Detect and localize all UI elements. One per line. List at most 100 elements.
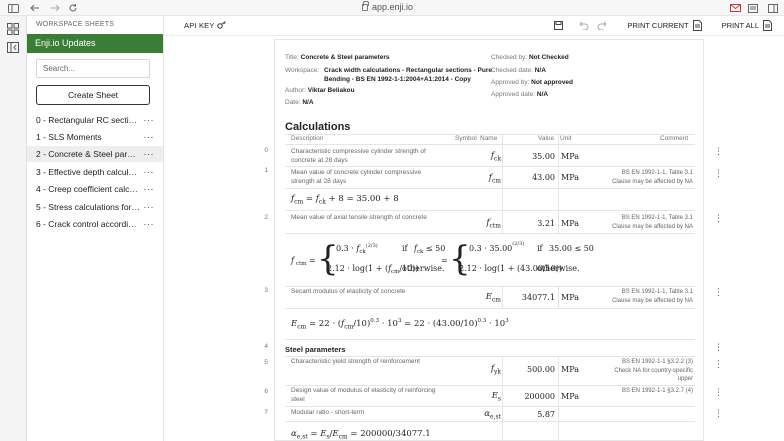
row-value[interactable]: 500.00: [503, 365, 555, 374]
formula-ecm: Ecm = 22 · (fcm/10)0.3 · 103 = 22 · (43.…: [291, 318, 509, 331]
mail-icon[interactable]: [728, 1, 742, 15]
row-comment: BS EN 1992-1-1, Table 3.1 Clause may be a…: [612, 215, 693, 230]
reload-icon[interactable]: [66, 1, 80, 15]
print-current-button[interactable]: PRINT CURRENT: [627, 20, 702, 31]
sheets-sidebar: WORKSPACE SHEETS Enji.io Updates Create …: [27, 16, 164, 441]
row-value[interactable]: 5.87: [503, 410, 555, 419]
line-number: 2: [264, 214, 268, 221]
redo-icon[interactable]: [597, 21, 609, 30]
grid-icon[interactable]: [6, 22, 20, 36]
row-unit: MPa: [561, 365, 579, 374]
forward-arrow-icon[interactable]: [48, 1, 62, 15]
undo-icon[interactable]: [577, 21, 589, 30]
meta-workspace-label: Workspace:: [285, 67, 320, 74]
row-description: Characteristic yield strength of reinfor…: [291, 358, 420, 365]
url-text: app.enji.io: [372, 2, 414, 12]
svg-text:0.3 · fck(2/3): 0.3 · fck(2/3): [336, 242, 378, 255]
sheet-item-active[interactable]: 2 - Concrete & Steel parameters ···: [27, 146, 163, 162]
sheet-item[interactable]: 3 - Effective depth calculation ···: [27, 164, 163, 180]
search-input[interactable]: [36, 59, 150, 78]
sheet-item[interactable]: 4 - Creep coefficient calculation ···: [27, 181, 163, 197]
reader-icon[interactable]: [746, 1, 760, 15]
divider: [285, 385, 695, 386]
row-description: Modular ratio - short-term: [291, 409, 365, 416]
divider: [285, 144, 695, 145]
row-value[interactable]: 34077.1: [503, 293, 555, 302]
meta-date: Date: N/A: [285, 99, 314, 106]
divider: [285, 233, 695, 234]
svg-text:=: =: [309, 256, 316, 265]
row-menu-icon[interactable]: ⋮: [714, 388, 723, 397]
save-icon[interactable]: [554, 21, 564, 30]
row-menu-icon[interactable]: ⋮: [714, 214, 723, 223]
sheet-item[interactable]: 6 - Crack control according to EC2 ···: [27, 216, 163, 232]
column-separator: [558, 134, 559, 234]
svg-text:=: =: [441, 256, 448, 265]
print-all-button[interactable]: PRINT ALL: [722, 20, 772, 31]
document-icon: [763, 20, 772, 31]
svg-text:otherwise.: otherwise.: [402, 264, 445, 273]
sheet-menu-icon[interactable]: ···: [144, 146, 155, 162]
row-description: Design value of modulus of elasticity of…: [291, 387, 436, 403]
row-unit: MPa: [561, 293, 579, 302]
sheet-menu-icon[interactable]: ···: [144, 181, 155, 197]
sheet-document: Title: Concrete & Steel parameters Works…: [274, 39, 704, 441]
line-number: 6: [264, 388, 268, 395]
row-value[interactable]: 200000: [503, 392, 555, 401]
api-key-button[interactable]: API KEY: [184, 21, 227, 30]
row-description: Mean value of concrete cylinder compress…: [291, 169, 422, 185]
meta-workspace-value: Crack width calculations - Rectangular s…: [324, 67, 492, 74]
row-menu-icon[interactable]: ⋮: [714, 409, 723, 418]
create-sheet-button[interactable]: Create Sheet: [36, 85, 150, 105]
sidebar-toggle-icon[interactable]: [6, 1, 20, 15]
row-unit: MPa: [561, 392, 579, 401]
line-number: 3: [264, 287, 268, 294]
address-bar[interactable]: app.enji.io: [362, 0, 414, 12]
row-value[interactable]: 3.21: [503, 219, 555, 228]
row-menu-icon[interactable]: ⋮: [714, 288, 723, 297]
workspace-name[interactable]: Enji.io Updates: [27, 34, 163, 53]
row-value[interactable]: 43.00: [503, 173, 555, 182]
row-menu-icon[interactable]: ⋮: [714, 169, 723, 178]
divider: [285, 166, 695, 167]
sheet-menu-icon[interactable]: ···: [144, 129, 155, 145]
sheet-menu-icon[interactable]: ···: [144, 216, 155, 232]
row-description: Mean value of axial tensile strength of …: [291, 214, 427, 221]
formula-fctm-piecewise: f ctm = { 0.3 · fck(2/3) if fck ≤ 50 2.12…: [290, 239, 594, 279]
divider: [285, 421, 695, 422]
sheet-toolbar: API KEY PRINT CURRENT PRINT ALL: [164, 16, 784, 36]
divider: [285, 286, 695, 287]
workspace-sheets-label: WORKSPACE SHEETS: [36, 21, 115, 28]
row-description: Characteristic compressive cylinder stre…: [291, 148, 426, 164]
sheet-item[interactable]: 1 - SLS Moments ···: [27, 129, 163, 145]
svg-text:{: {: [449, 239, 471, 279]
row-symbol: fcm: [488, 173, 501, 185]
sheet-menu-icon[interactable]: ···: [144, 199, 155, 215]
sheet-menu-icon[interactable]: ···: [144, 164, 155, 180]
row-menu-icon[interactable]: ⋮: [714, 343, 723, 352]
line-number: 1: [264, 167, 268, 174]
row-comment: BS EN 1992-1-1, Table 3.1 Clause may be a…: [612, 170, 693, 185]
meta-checked-by: Checked by: Not Checked: [491, 54, 569, 61]
row-menu-icon[interactable]: ⋮: [714, 360, 723, 369]
collapse-panel-icon[interactable]: [6, 40, 20, 54]
row-value[interactable]: 35.00: [503, 152, 555, 161]
tabs-overview-icon[interactable]: [766, 1, 780, 15]
meta-approved-date: Approved date: N/A: [491, 91, 549, 98]
line-number: 4: [264, 343, 268, 350]
svg-text:0.3 · 35.00(2/3): 0.3 · 35.00(2/3): [469, 240, 524, 253]
line-number: 7: [264, 409, 268, 416]
sheet-canvas: 0 1 2 3 4 5 6 7 Title: Concrete & Steel …: [164, 37, 784, 441]
sheet-item[interactable]: 5 - Stress calculations for SLS ···: [27, 199, 163, 215]
back-arrow-icon[interactable]: [28, 1, 42, 15]
sheet-menu-icon[interactable]: ···: [144, 112, 155, 128]
column-separator: [502, 286, 503, 308]
meta-workspace-value: Bending - BS EN 1992-1-1:2004+A1:2014 - …: [324, 76, 471, 83]
meta-title: Title: Concrete & Steel parameters: [285, 54, 390, 61]
section-heading-steel: Steel parameters: [285, 345, 346, 354]
sheet-item[interactable]: 0 - Rectangular RC sections - Pure Bendi…: [27, 112, 163, 128]
svg-text:ctm: ctm: [296, 261, 307, 267]
row-unit: MPa: [561, 173, 579, 182]
row-menu-icon[interactable]: ⋮: [714, 147, 723, 156]
divider: [285, 308, 695, 309]
